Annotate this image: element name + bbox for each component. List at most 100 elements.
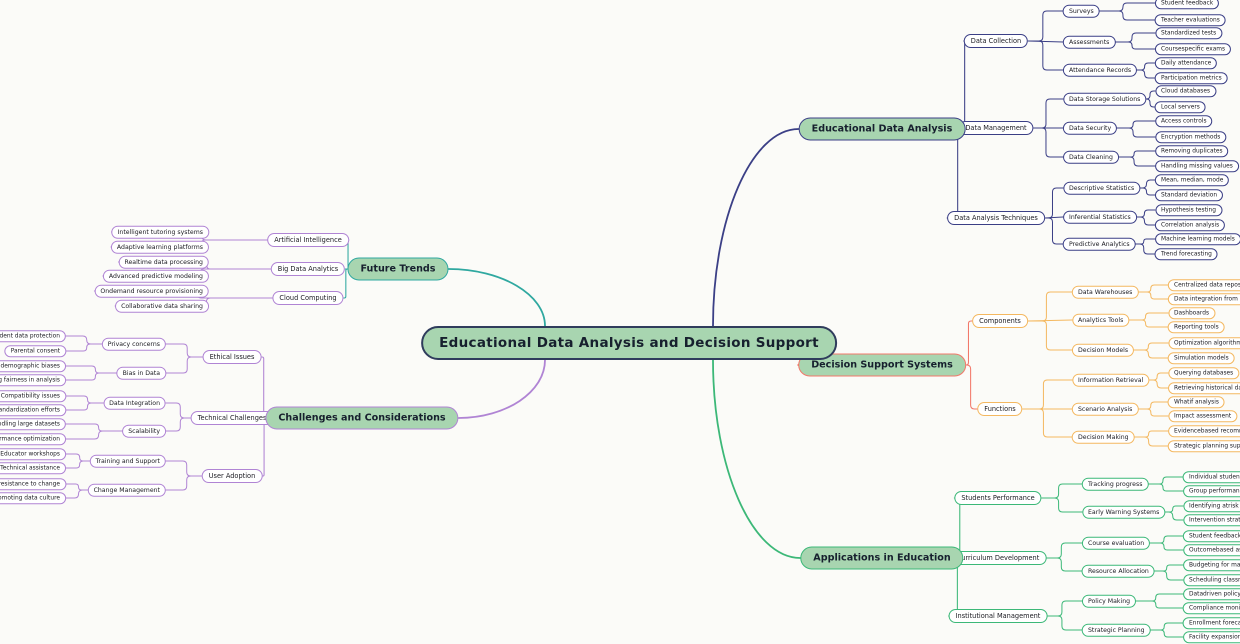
node-applications-in-education-l2-2[interactable]: Institutional Management <box>948 609 1048 623</box>
node-challenges-and-considerations-l4-1-0-0[interactable]: Compatibility issues <box>0 390 66 402</box>
node-educational-data-analysis-l4-0-2-0[interactable]: Daily attendance <box>1155 57 1218 69</box>
node-future-trends-l3-1-1[interactable]: Advanced predictive modeling <box>102 269 209 283</box>
node-applications-in-education-l4-1-1-0[interactable]: Budgeting for materials <box>1182 559 1240 571</box>
node-decision-support-systems-l4-0-0-0[interactable]: Centralized data repository <box>1168 279 1240 291</box>
node-educational-data-analysis-l3-2-1[interactable]: Inferential Statistics <box>1063 210 1137 224</box>
node-educational-data-analysis-l4-0-1-1[interactable]: Coursespecific exams <box>1155 43 1232 55</box>
node-educational-data-analysis-l4-0-0-1[interactable]: Teacher evaluations <box>1155 14 1226 26</box>
root-node[interactable]: Educational Data Analysis and Decision S… <box>421 326 837 360</box>
node-educational-data-analysis-l4-1-1-0[interactable]: Access controls <box>1155 115 1213 127</box>
node-applications-in-education-l2-1[interactable]: Curriculum Development <box>949 551 1047 565</box>
node-challenges-and-considerations-l3-0-0[interactable]: Privacy concerns <box>101 337 166 351</box>
branch-node-educational-data-analysis[interactable]: Educational Data Analysis <box>798 117 966 141</box>
node-challenges-and-considerations-l4-1-0-1[interactable]: Standardization efforts <box>0 404 66 416</box>
branch-node-challenges-and-considerations[interactable]: Challenges and Considerations <box>265 406 459 430</box>
node-decision-support-systems-l4-1-0-0[interactable]: Querying databases <box>1167 367 1240 379</box>
node-decision-support-systems-l4-0-1-0[interactable]: Dashboards <box>1168 307 1216 319</box>
node-applications-in-education-l2-0[interactable]: Students Performance <box>954 491 1042 505</box>
node-decision-support-systems-l3-0-2[interactable]: Decision Models <box>1072 343 1135 357</box>
node-educational-data-analysis-l2-1[interactable]: Data Management <box>958 121 1034 135</box>
node-decision-support-systems-l4-1-2-0[interactable]: Evidencebased recommendations <box>1167 425 1240 437</box>
node-decision-support-systems-l3-1-1[interactable]: Scenario Analysis <box>1071 402 1139 416</box>
node-applications-in-education-l3-0-0[interactable]: Tracking progress <box>1082 477 1149 491</box>
node-educational-data-analysis-l3-0-0[interactable]: Surveys <box>1063 4 1100 18</box>
node-future-trends-l3-1-0[interactable]: Realtime data processing <box>118 255 209 269</box>
node-educational-data-analysis-l4-1-2-1[interactable]: Handling missing values <box>1154 160 1239 172</box>
node-future-trends-l3-2-1[interactable]: Collaborative data sharing <box>115 299 209 313</box>
node-educational-data-analysis-l4-1-0-1[interactable]: Local servers <box>1154 101 1206 113</box>
node-educational-data-analysis-l4-1-2-0[interactable]: Removing duplicates <box>1154 145 1229 157</box>
node-decision-support-systems-l2-0[interactable]: Components <box>972 314 1028 328</box>
node-educational-data-analysis-l4-2-2-0[interactable]: Machine learning models <box>1154 233 1240 245</box>
node-future-trends-l2-0[interactable]: Artificial Intelligence <box>267 233 349 247</box>
node-challenges-and-considerations-l2-2[interactable]: User Adoption <box>201 469 263 483</box>
node-applications-in-education-l3-2-0[interactable]: Policy Making <box>1081 594 1137 608</box>
node-educational-data-analysis-l4-2-0-1[interactable]: Standard deviation <box>1155 189 1224 201</box>
node-decision-support-systems-l4-0-1-1[interactable]: Reporting tools <box>1167 321 1225 333</box>
node-future-trends-l2-1[interactable]: Big Data Analytics <box>270 262 346 276</box>
node-challenges-and-considerations-l4-0-0-0[interactable]: Student data protection <box>0 330 66 342</box>
node-educational-data-analysis-l3-1-0[interactable]: Data Storage Solutions <box>1062 92 1147 106</box>
node-decision-support-systems-l4-0-2-0[interactable]: Optimization algorithms <box>1168 337 1240 349</box>
node-applications-in-education-l4-1-0-1[interactable]: Outcomebased assessment <box>1183 544 1240 556</box>
node-educational-data-analysis-l4-0-1-0[interactable]: Standardized tests <box>1155 27 1223 39</box>
node-applications-in-education-l4-2-1-1[interactable]: Facility expansion planning <box>1183 631 1240 643</box>
node-applications-in-education-l4-0-0-0[interactable]: Individual student analysis <box>1183 471 1240 483</box>
node-decision-support-systems-l4-0-2-1[interactable]: Simulation models <box>1167 352 1235 364</box>
node-challenges-and-considerations-l4-0-1-1[interactable]: Ensuring fairness in analysis <box>0 374 66 386</box>
node-challenges-and-considerations-l4-2-0-0[interactable]: Educator workshops <box>0 448 66 460</box>
node-challenges-and-considerations-l4-2-0-1[interactable]: Technical assistance <box>0 462 66 474</box>
node-decision-support-systems-l4-1-2-1[interactable]: Strategic planning support <box>1168 440 1240 452</box>
node-challenges-and-considerations-l3-2-0[interactable]: Training and Support <box>89 454 166 468</box>
node-educational-data-analysis-l3-1-1[interactable]: Data Security <box>1063 121 1118 135</box>
node-applications-in-education-l4-0-1-0[interactable]: Identifying atrisk students <box>1182 500 1240 512</box>
node-decision-support-systems-l4-1-1-1[interactable]: Impact assessment <box>1167 410 1238 422</box>
node-educational-data-analysis-l4-2-2-1[interactable]: Trend forecasting <box>1155 248 1218 260</box>
node-applications-in-education-l4-2-1-0[interactable]: Enrollment forecasting <box>1183 617 1240 629</box>
branch-node-future-trends[interactable]: Future Trends <box>347 257 449 281</box>
node-applications-in-education-l4-2-0-1[interactable]: Compliance monitoring <box>1182 602 1240 614</box>
node-educational-data-analysis-l3-2-0[interactable]: Descriptive Statistics <box>1062 181 1141 195</box>
node-decision-support-systems-l2-1[interactable]: Functions <box>977 402 1023 416</box>
node-educational-data-analysis-l4-1-0-0[interactable]: Cloud databases <box>1154 85 1217 97</box>
node-applications-in-education-l3-1-0[interactable]: Course evaluation <box>1082 536 1151 550</box>
node-challenges-and-considerations-l4-1-1-0[interactable]: Handling large datasets <box>0 418 66 430</box>
node-decision-support-systems-l4-1-0-1[interactable]: Retrieving historical data <box>1167 382 1240 394</box>
node-future-trends-l3-2-0[interactable]: Ondemand resource provisioning <box>94 284 209 298</box>
node-educational-data-analysis-l4-0-0-0[interactable]: Student feedback <box>1155 0 1220 9</box>
node-challenges-and-considerations-l4-1-1-1[interactable]: Performance optimization <box>0 433 66 445</box>
node-applications-in-education-l3-2-1[interactable]: Strategic Planning <box>1082 623 1151 637</box>
node-challenges-and-considerations-l4-2-1-0[interactable]: Overcoming resistance to change <box>0 478 66 490</box>
node-future-trends-l3-0-0[interactable]: Intelligent tutoring systems <box>111 225 209 239</box>
node-applications-in-education-l3-1-1[interactable]: Resource Allocation <box>1081 564 1155 578</box>
node-challenges-and-considerations-l3-0-1[interactable]: Bias in Data <box>116 366 166 380</box>
node-challenges-and-considerations-l3-2-1[interactable]: Change Management <box>87 483 166 497</box>
node-educational-data-analysis-l4-0-2-1[interactable]: Participation metrics <box>1155 72 1228 84</box>
node-decision-support-systems-l3-1-2[interactable]: Decision Making <box>1072 430 1135 444</box>
branch-node-applications-in-education[interactable]: Applications in Education <box>800 546 964 570</box>
node-decision-support-systems-l3-1-0[interactable]: Information Retrieval <box>1072 373 1150 387</box>
node-decision-support-systems-l4-0-0-1[interactable]: Data integration from multiple sources <box>1168 293 1240 305</box>
node-applications-in-education-l4-2-0-0[interactable]: Datadriven policy formulation <box>1182 588 1240 600</box>
node-challenges-and-considerations-l2-0[interactable]: Ethical Issues <box>202 350 262 364</box>
node-applications-in-education-l3-0-1[interactable]: Early Warning Systems <box>1081 505 1166 519</box>
node-educational-data-analysis-l4-2-1-0[interactable]: Hypothesis testing <box>1155 204 1222 216</box>
node-decision-support-systems-l4-1-1-0[interactable]: Whatif analysis <box>1167 396 1225 408</box>
node-future-trends-l2-2[interactable]: Cloud Computing <box>272 291 344 305</box>
node-challenges-and-considerations-l4-0-0-1[interactable]: Parental consent <box>4 345 66 357</box>
node-applications-in-education-l4-0-0-1[interactable]: Group performance comparison <box>1183 485 1240 497</box>
node-educational-data-analysis-l3-1-2[interactable]: Data Cleaning <box>1063 150 1119 164</box>
node-future-trends-l3-0-1[interactable]: Adaptive learning platforms <box>110 240 209 254</box>
node-applications-in-education-l4-0-1-1[interactable]: Intervention strategies <box>1183 514 1240 526</box>
node-challenges-and-considerations-l2-1[interactable]: Technical Challenges <box>190 411 274 425</box>
node-educational-data-analysis-l4-1-1-1[interactable]: Encryption methods <box>1154 131 1227 143</box>
node-educational-data-analysis-l3-0-1[interactable]: Assessments <box>1063 35 1116 49</box>
node-educational-data-analysis-l3-2-2[interactable]: Predictive Analytics <box>1062 237 1136 251</box>
node-challenges-and-considerations-l4-2-1-1[interactable]: Promoting data culture <box>0 492 66 504</box>
node-educational-data-analysis-l2-2[interactable]: Data Analysis Techniques <box>947 211 1045 225</box>
node-decision-support-systems-l3-0-0[interactable]: Data Warehouses <box>1071 285 1139 299</box>
node-applications-in-education-l4-1-1-1[interactable]: Scheduling classrooms <box>1182 574 1240 586</box>
node-applications-in-education-l4-1-0-0[interactable]: Student feedback integration <box>1182 530 1240 542</box>
node-decision-support-systems-l3-0-1[interactable]: Analytics Tools <box>1072 313 1130 327</box>
node-challenges-and-considerations-l3-1-1[interactable]: Scalability <box>122 424 166 438</box>
